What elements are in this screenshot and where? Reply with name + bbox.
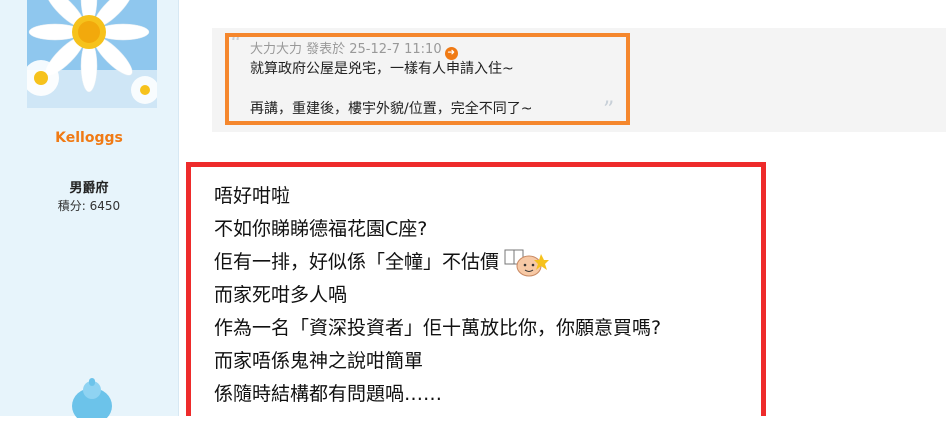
post-line: 而家死咁多人喎 — [214, 284, 348, 306]
post-line: 作為一名「資深投資者」佢十萬放比你，你願意買嗎? — [214, 317, 662, 339]
post-line: 係隨時結構都有問題喎…… — [214, 383, 443, 405]
post-line-with-emoji: 佢有一排，好似係「全幢」不估價 — [214, 247, 550, 278]
daisy-flower-avatar[interactable] — [27, 0, 157, 108]
reading-face-emoji — [503, 248, 550, 278]
username-link[interactable]: Kelloggs — [0, 130, 178, 146]
post-line: 佢有一排，好似係「全幢」不估價 — [214, 251, 500, 273]
post-line: 唔好咁啦 — [214, 185, 291, 207]
user-points: 積分: 6450 — [57, 199, 121, 213]
post-line: 而家唔係鬼神之說咁簡單 — [214, 350, 424, 372]
user-rank: 男爵府 — [69, 181, 109, 196]
quote-highlight-frame — [225, 33, 630, 125]
blue-mascot-icon — [70, 378, 114, 422]
author-sidebar: Kelloggs 男爵府 積分: 6450 — [0, 0, 179, 422]
post-line: 不如你睇睇德福花園C座? — [214, 218, 428, 240]
